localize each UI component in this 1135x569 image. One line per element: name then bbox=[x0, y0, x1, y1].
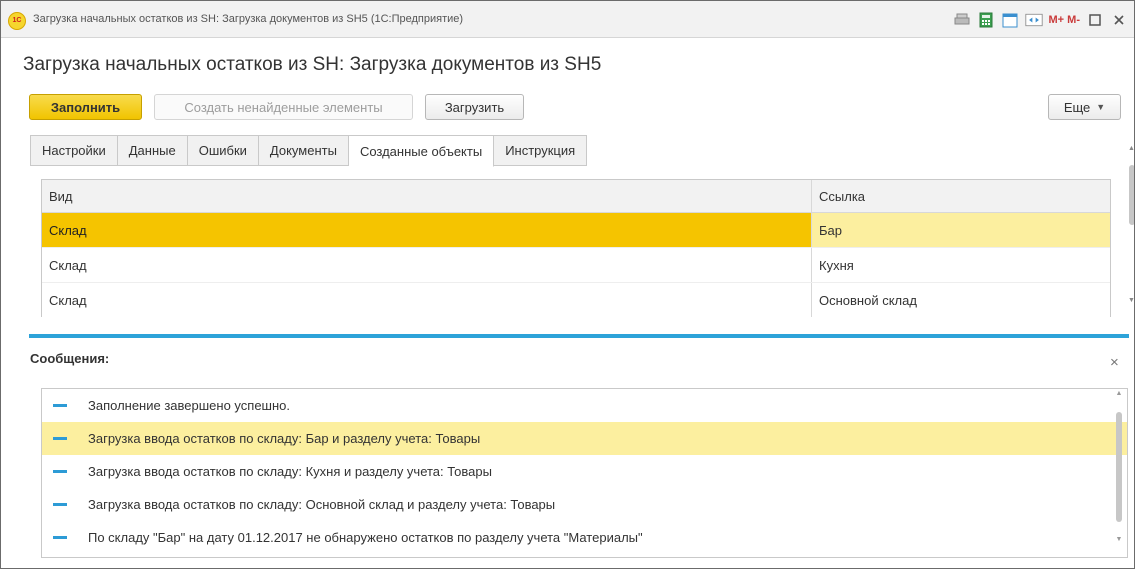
table-cell-vid: Склад bbox=[49, 257, 87, 273]
close-icon[interactable]: × bbox=[1110, 354, 1119, 371]
messages-title: Сообщения: bbox=[30, 351, 110, 366]
message-text: Загрузка ввода остатков по складу: Основ… bbox=[88, 497, 556, 512]
message-marker-icon bbox=[53, 404, 67, 407]
app-logo: 1С bbox=[8, 12, 26, 30]
scrollbar-thumb[interactable] bbox=[1116, 412, 1122, 522]
calendar-icon[interactable] bbox=[1001, 11, 1019, 29]
list-item[interactable]: По складу "Бар" на дату 01.12.2017 не об… bbox=[42, 521, 1127, 554]
messages-scrollbar[interactable]: ▲ ▼ bbox=[1113, 390, 1125, 554]
message-text: Заполнение завершено успешно. bbox=[88, 398, 291, 413]
title-bar-tools: M+ M- bbox=[953, 9, 1134, 31]
list-item[interactable]: Загрузка ввода остатков по складу: Основ… bbox=[42, 488, 1127, 521]
window-title: Загрузка начальных остатков из SH: Загру… bbox=[33, 13, 464, 25]
table-row[interactable]: Склад Бар bbox=[42, 213, 1110, 248]
column-header-vid[interactable]: Вид bbox=[42, 180, 811, 212]
tab-strip: Настройки Данные Ошибки Документы Создан… bbox=[30, 135, 588, 167]
message-text: Загрузка ввода остатков по складу: Кухня… bbox=[88, 464, 492, 479]
table-cell-ref: Основной склад bbox=[811, 283, 1110, 317]
messages-list: Заполнение завершено успешно. Загрузка в… bbox=[41, 388, 1128, 558]
maximize-icon[interactable] bbox=[1086, 11, 1104, 29]
page-title: Загрузка начальных остатков из SH: Загру… bbox=[23, 54, 602, 75]
table-cell-ref: Бар bbox=[811, 213, 1110, 247]
scrollbar-thumb[interactable] bbox=[1129, 165, 1134, 225]
message-marker-icon bbox=[53, 470, 67, 473]
scroll-up-icon[interactable]: ▲ bbox=[1127, 145, 1134, 152]
tab-settings[interactable]: Настройки bbox=[30, 135, 118, 166]
list-item[interactable]: Загрузка ввода остатков по складу: Кухня… bbox=[42, 455, 1127, 488]
panel-splitter[interactable] bbox=[29, 334, 1129, 338]
app-window: 1С Загрузка начальных остатков из SH: За… bbox=[0, 0, 1135, 569]
table-cell-ref: Кухня bbox=[811, 248, 1110, 282]
print-icon[interactable] bbox=[953, 11, 971, 29]
table-cell-vid: Склад bbox=[42, 213, 811, 247]
column-header-ref[interactable]: Ссылка bbox=[811, 180, 1110, 212]
compare-icon[interactable] bbox=[1024, 11, 1043, 29]
load-button[interactable]: Загрузить bbox=[425, 94, 524, 120]
scroll-down-icon[interactable]: ▼ bbox=[1113, 536, 1125, 543]
more-button[interactable]: Еще ▼ bbox=[1048, 94, 1121, 120]
title-bar: 1С Загрузка начальных остатков из SH: За… bbox=[1, 1, 1134, 38]
command-bar: Заполнить Создать ненайденные элементы З… bbox=[1, 94, 1134, 122]
memory-buttons[interactable]: M+ M- bbox=[1049, 14, 1080, 26]
table-row[interactable]: Склад Основной склад bbox=[42, 283, 1110, 317]
tab-instruction[interactable]: Инструкция bbox=[494, 135, 588, 166]
list-item[interactable]: Заполнение завершено успешно. bbox=[42, 389, 1127, 422]
create-missing-elements-button[interactable]: Создать ненайденные элементы bbox=[154, 94, 413, 120]
calculator-icon[interactable] bbox=[977, 11, 995, 29]
created-objects-table: Вид Ссылка Склад Бар Склад Кухня Склад О… bbox=[41, 179, 1111, 317]
message-marker-icon bbox=[53, 536, 67, 539]
table-row[interactable]: Склад Кухня bbox=[42, 248, 1110, 283]
table-cell-vid: Склад bbox=[49, 292, 87, 308]
message-marker-icon bbox=[53, 503, 67, 506]
scroll-down-icon[interactable]: ▼ bbox=[1127, 297, 1134, 304]
more-button-label: Еще bbox=[1063, 99, 1091, 115]
message-marker-icon bbox=[53, 437, 67, 440]
message-text: По складу "Бар" на дату 01.12.2017 не об… bbox=[88, 530, 643, 545]
tab-data[interactable]: Данные bbox=[117, 135, 188, 166]
fill-button[interactable]: Заполнить bbox=[29, 94, 142, 120]
tab-documents[interactable]: Документы bbox=[258, 135, 349, 166]
table-header: Вид Ссылка bbox=[42, 180, 1110, 213]
message-text: Загрузка ввода остатков по складу: Бар и… bbox=[88, 431, 481, 446]
list-item[interactable]: Загрузка ввода остатков по складу: Бар и… bbox=[42, 422, 1127, 455]
tab-created-objects[interactable]: Созданные объекты bbox=[348, 135, 495, 167]
chevron-down-icon: ▼ bbox=[1096, 102, 1106, 112]
tab-errors[interactable]: Ошибки bbox=[187, 135, 259, 166]
scroll-up-icon[interactable]: ▲ bbox=[1113, 390, 1125, 397]
close-window-icon[interactable] bbox=[1110, 11, 1128, 29]
table-scrollbar[interactable]: ▲ ▼ bbox=[1127, 145, 1134, 315]
